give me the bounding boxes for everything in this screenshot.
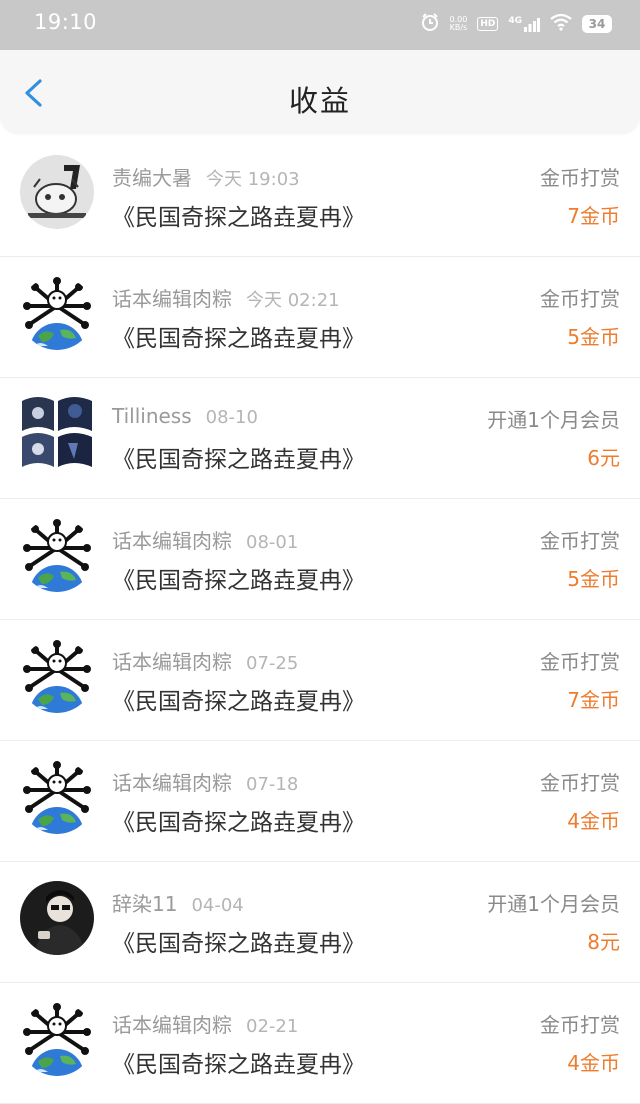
reward-type: 金币打赏 <box>540 287 620 311</box>
row-time: 04-04 <box>191 895 244 916</box>
row-time: 02-21 <box>246 1016 299 1037</box>
reward-type: 开通1个月会员 <box>487 408 620 432</box>
reward-amount: 7金币 <box>567 688 620 712</box>
book-title: 《民国奇探之路垚夏冉》 <box>112 810 365 836</box>
status-bar: 19:10 0.00 KB/s HD 4G 34 <box>0 0 640 50</box>
status-time: 19:10 <box>34 10 98 34</box>
user-name: 责编大暑 今天 19:03 <box>112 166 300 190</box>
reward-type: 开通1个月会员 <box>487 892 620 916</box>
battery-icon: 34 <box>582 15 612 33</box>
list-item[interactable]: Tilliness 08-10 《民国奇探之路垚夏冉》 开通1个月会员 6元 <box>0 378 640 499</box>
reward-type: 金币打赏 <box>540 166 620 190</box>
status-icons: 0.00 KB/s HD 4G 34 <box>420 12 612 36</box>
page-title: 收益 <box>288 84 351 118</box>
reward-amount: 4金币 <box>567 809 620 833</box>
list-item[interactable]: 话本编辑肉粽 07-25 《民国奇探之路垚夏冉》 金币打赏 7金币 <box>0 620 640 741</box>
wifi-icon <box>550 13 572 35</box>
reward-type: 金币打赏 <box>540 650 620 674</box>
reward-amount: 8元 <box>587 930 620 954</box>
row-time: 今天 02:21 <box>246 290 340 311</box>
avatar <box>20 276 94 350</box>
avatar <box>20 155 94 229</box>
book-title: 《民国奇探之路垚夏冉》 <box>112 931 365 957</box>
alarm-icon <box>420 12 440 36</box>
row-time: 07-25 <box>246 653 299 674</box>
reward-amount: 6元 <box>587 446 620 470</box>
list-item[interactable]: 责编大暑 今天 19:03 《民国奇探之路垚夏冉》 金币打赏 7金币 <box>0 136 640 257</box>
user-name: 话本编辑肉粽 今天 02:21 <box>112 287 340 311</box>
book-title: 《民国奇探之路垚夏冉》 <box>112 326 365 352</box>
avatar <box>20 518 94 592</box>
reward-amount: 5金币 <box>567 325 620 349</box>
avatar <box>20 639 94 713</box>
user-name: 话本编辑肉粽 07-18 <box>112 771 299 795</box>
reward-amount: 4金币 <box>567 1051 620 1075</box>
user-name: 辞染11 04-04 <box>112 892 244 916</box>
signal-icon: 4G <box>508 16 540 32</box>
book-title: 《民国奇探之路垚夏冉》 <box>112 447 365 473</box>
user-name: 话本编辑肉粽 02-21 <box>112 1013 299 1037</box>
earnings-list: 责编大暑 今天 19:03 《民国奇探之路垚夏冉》 金币打赏 7金币 话本编辑肉粽… <box>0 136 640 1104</box>
avatar <box>20 397 94 471</box>
reward-amount: 5金币 <box>567 567 620 591</box>
list-item[interactable]: 话本编辑肉粽 08-01 《民国奇探之路垚夏冉》 金币打赏 5金币 <box>0 499 640 620</box>
user-name: Tilliness 08-10 <box>112 404 258 428</box>
list-item[interactable]: 辞染11 04-04 《民国奇探之路垚夏冉》 开通1个月会员 8元 <box>0 862 640 983</box>
row-time: 今天 19:03 <box>206 169 300 190</box>
list-item[interactable]: 话本编辑肉粽 今天 02:21 《民国奇探之路垚夏冉》 金币打赏 5金币 <box>0 257 640 378</box>
book-title: 《民国奇探之路垚夏冉》 <box>112 568 365 594</box>
reward-type: 金币打赏 <box>540 529 620 553</box>
reward-type: 金币打赏 <box>540 771 620 795</box>
avatar <box>20 1002 94 1076</box>
book-title: 《民国奇探之路垚夏冉》 <box>112 689 365 715</box>
row-time: 07-18 <box>246 774 299 795</box>
header-bar: 收益 <box>0 50 640 132</box>
user-name: 话本编辑肉粽 08-01 <box>112 529 299 553</box>
reward-type: 金币打赏 <box>540 1013 620 1037</box>
list-item[interactable]: 话本编辑肉粽 07-18 《民国奇探之路垚夏冉》 金币打赏 4金币 <box>0 741 640 862</box>
book-title: 《民国奇探之路垚夏冉》 <box>112 1052 365 1078</box>
avatar <box>20 881 94 955</box>
network-speed: 0.00 KB/s <box>449 15 468 32</box>
hd-badge: HD <box>477 17 499 31</box>
reward-amount: 7金币 <box>567 204 620 228</box>
avatar <box>20 760 94 834</box>
list-item[interactable]: 话本编辑肉粽 02-21 《民国奇探之路垚夏冉》 金币打赏 4金币 <box>0 983 640 1104</box>
user-name: 话本编辑肉粽 07-25 <box>112 650 299 674</box>
row-time: 08-01 <box>246 532 299 553</box>
book-title: 《民国奇探之路垚夏冉》 <box>112 205 365 231</box>
row-time: 08-10 <box>205 407 258 428</box>
